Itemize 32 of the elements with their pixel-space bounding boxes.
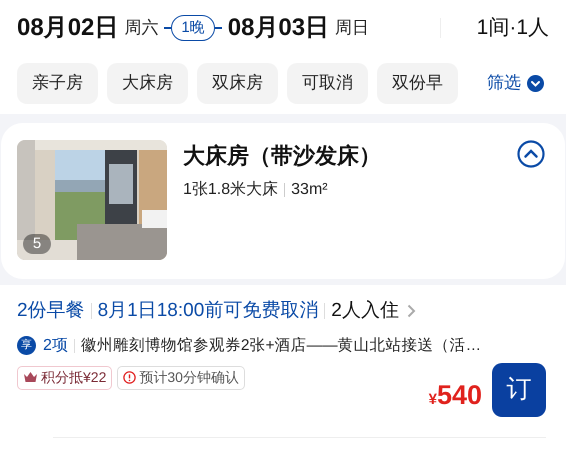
occupancy-info: 2人入住 (331, 299, 399, 323)
alert-icon (123, 371, 136, 384)
filter-chip[interactable]: 大床房 (107, 62, 188, 104)
bed-info: 1张1.8米大床 (183, 180, 278, 200)
checkout-weekday: 周日 (335, 17, 370, 40)
perk-count: 2项 (43, 336, 68, 356)
checkout-date[interactable]: 08月03日 (228, 10, 330, 46)
photo-count: 5 (23, 234, 51, 254)
filter-chip[interactable]: 可取消 (287, 62, 368, 104)
breakfast-info: 2份早餐 (17, 299, 85, 323)
perk-text: 徽州雕刻博物馆参观券2张+酒店——黄山北站接送（活… (80, 336, 482, 356)
currency-symbol: ¥ (428, 390, 437, 410)
confirm-tag: 预计30分钟确认 (117, 366, 245, 390)
filter-chip[interactable]: 双床房 (197, 62, 278, 104)
room-area: 33m² (291, 178, 328, 202)
perk-badge: 享 (17, 336, 36, 355)
price: 540 (436, 378, 482, 412)
crown-icon (23, 371, 38, 384)
cancel-policy: 8月1日18:00前可免费取消 (98, 299, 318, 323)
guest-count[interactable]: 1间·1人 (476, 12, 549, 44)
checkin-weekday: 周六 (124, 17, 158, 40)
room-name: 大床房（带沙发床） (183, 142, 381, 170)
nights-badge: 1晚 (171, 15, 215, 41)
points-tag: 积分抵¥22 (17, 366, 112, 390)
room-card[interactable]: 5 大床房（带沙发床） 1张1.8米大床 33m² (1, 123, 565, 279)
filter-button[interactable]: 筛选 (487, 70, 544, 96)
filter-chip[interactable]: 双份早 (377, 62, 458, 104)
collapse-icon[interactable] (517, 140, 545, 168)
chevron-down-icon (527, 74, 544, 92)
book-button[interactable]: 订 (492, 363, 546, 417)
checkin-date[interactable]: 08月02日 (17, 10, 118, 46)
filter-chip[interactable]: 亲子房 (17, 62, 98, 104)
